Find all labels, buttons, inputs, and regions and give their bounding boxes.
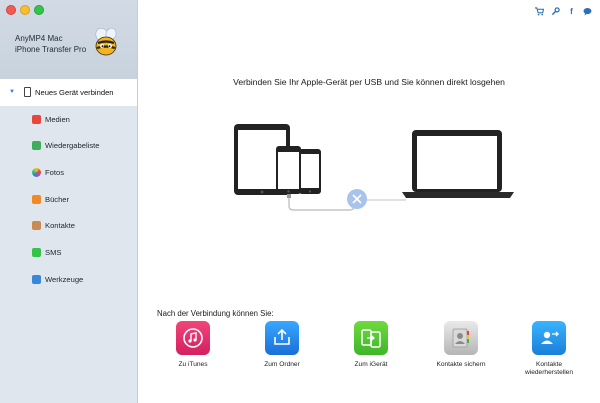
iphone-small-icon bbox=[299, 149, 321, 194]
tools-icon bbox=[32, 274, 41, 284]
books-icon bbox=[32, 194, 41, 204]
after-connect-label: Nach der Verbindung können Sie: bbox=[157, 309, 274, 318]
bee-logo-icon bbox=[95, 27, 117, 56]
app-name-line1: AnyMP4 Mac bbox=[15, 34, 63, 43]
sidebar-item-wiedergabeliste[interactable]: Wiedergabeliste bbox=[0, 132, 137, 159]
sidebar-item-label: Fotos bbox=[45, 167, 64, 177]
app-name-line2: iPhone Transfer Pro bbox=[15, 45, 87, 54]
wrench-icon[interactable] bbox=[551, 7, 560, 16]
action-label: Zu iTunes bbox=[178, 361, 208, 368]
facebook-icon[interactable]: f bbox=[567, 7, 576, 16]
sidebar-header: AnyMP4 Mac iPhone Transfer Pro bbox=[0, 0, 137, 79]
sidebar-nav: ▼ Neues Gerät verbinden Medien Wiedergab… bbox=[0, 79, 137, 293]
sidebar-item-medien[interactable]: Medien bbox=[0, 106, 137, 133]
main-panel: f Verbinden Sie Ihr Apple-Gerät per USB … bbox=[138, 0, 600, 403]
cart-icon[interactable] bbox=[535, 7, 544, 16]
contacts-backup-icon bbox=[444, 321, 478, 355]
action-label: Kontakte sichern bbox=[436, 361, 486, 368]
folder-export-icon bbox=[265, 321, 299, 355]
iphone-icon bbox=[276, 146, 301, 194]
device-icon bbox=[24, 87, 31, 98]
playlist-icon bbox=[32, 141, 41, 151]
app-window: AnyMP4 Mac iPhone Transfer Pro ▼ Neues G… bbox=[0, 0, 600, 403]
action-label: Kontakte wiederherstellen bbox=[524, 361, 573, 376]
photos-icon bbox=[32, 167, 41, 177]
sidebar-item-werkzeuge[interactable]: Werkzeuge bbox=[0, 266, 137, 293]
app-name: AnyMP4 Mac iPhone Transfer Pro bbox=[15, 33, 86, 55]
action-label: Zum Ordner bbox=[264, 361, 300, 368]
sidebar: AnyMP4 Mac iPhone Transfer Pro ▼ Neues G… bbox=[0, 0, 138, 403]
action-label: Zum iGerät bbox=[354, 361, 388, 368]
connection-illustration bbox=[234, 124, 514, 211]
sidebar-item-label: SMS bbox=[45, 247, 62, 257]
sidebar-item-label: Werkzeuge bbox=[45, 274, 84, 284]
action-row: Zu iTunes Zum Ordner Zum iGerät Kontakte… bbox=[158, 321, 596, 381]
macbook-icon bbox=[402, 130, 514, 198]
sidebar-item-label: Wiedergabeliste bbox=[45, 141, 100, 151]
to-idevice-button[interactable]: Zum iGerät bbox=[336, 321, 406, 369]
restore-contacts-button[interactable]: Kontakte wiederherstellen bbox=[514, 321, 584, 377]
sidebar-item-label: Medien bbox=[45, 114, 70, 124]
sidebar-item-kontakte[interactable]: Kontakte bbox=[0, 212, 137, 239]
minimize-window-button[interactable] bbox=[20, 5, 30, 15]
top-toolbar: f bbox=[535, 7, 592, 16]
music-icon bbox=[32, 114, 41, 124]
sidebar-item-sms[interactable]: SMS bbox=[0, 239, 137, 266]
backup-contacts-button[interactable]: Kontakte sichern bbox=[426, 321, 496, 369]
sidebar-item-label: Bücher bbox=[45, 194, 70, 204]
contacts-icon bbox=[32, 221, 41, 231]
connect-headline: Verbinden Sie Ihr Apple-Gerät per USB un… bbox=[233, 77, 505, 87]
contacts-restore-icon bbox=[532, 321, 566, 355]
expand-arrow-icon: ▼ bbox=[9, 89, 15, 96]
itunes-icon bbox=[176, 321, 210, 355]
sidebar-item-buecher[interactable]: Bücher bbox=[0, 186, 137, 213]
close-window-button[interactable] bbox=[6, 5, 16, 15]
sidebar-item-label: Neues Gerät verbinden bbox=[35, 87, 114, 97]
zoom-window-button[interactable] bbox=[34, 5, 44, 15]
chat-icon[interactable] bbox=[583, 7, 592, 16]
to-itunes-button[interactable]: Zu iTunes bbox=[158, 321, 228, 369]
sidebar-item-fotos[interactable]: Fotos bbox=[0, 159, 137, 186]
sidebar-item-neues-geraet[interactable]: ▼ Neues Gerät verbinden bbox=[0, 79, 137, 106]
to-folder-button[interactable]: Zum Ordner bbox=[247, 321, 317, 369]
sidebar-item-label: Kontakte bbox=[45, 221, 75, 231]
idevice-transfer-icon bbox=[354, 321, 388, 355]
sms-icon bbox=[32, 247, 41, 257]
disconnected-icon bbox=[347, 189, 367, 209]
